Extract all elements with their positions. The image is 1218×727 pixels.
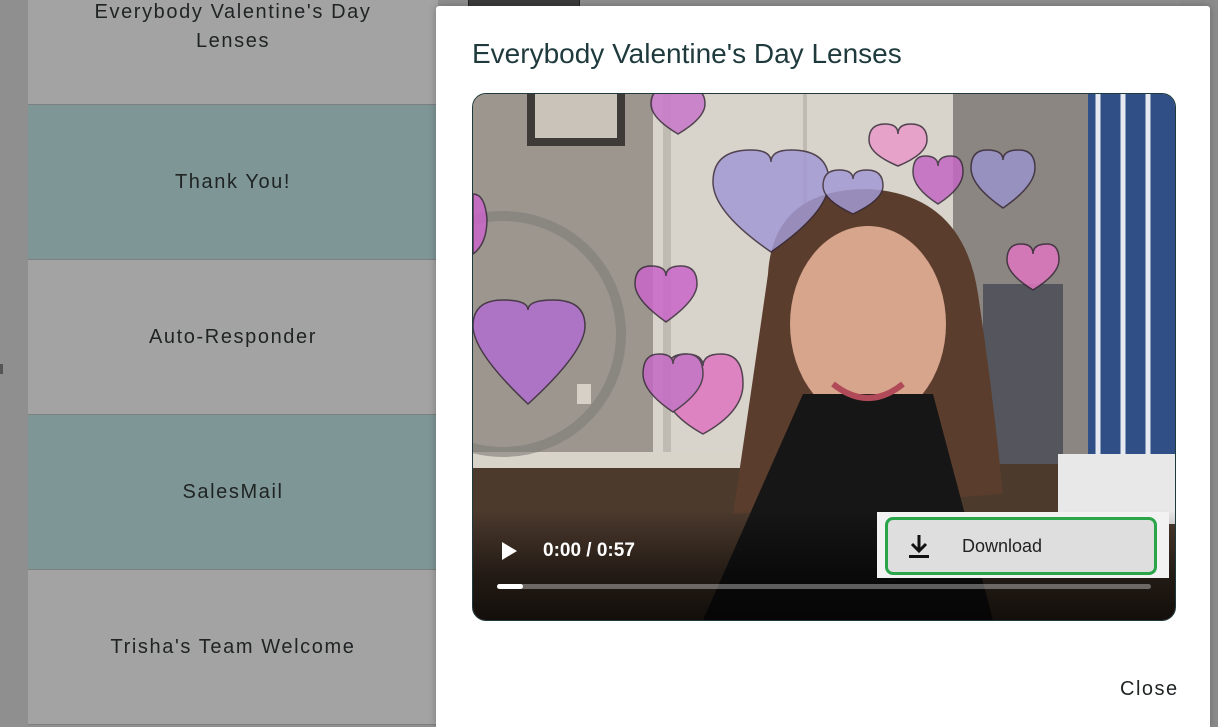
list-item[interactable]: Auto-Responder xyxy=(28,260,438,415)
list-item-label: Everybody Valentine's Day Lenses xyxy=(94,1,372,52)
play-button[interactable] xyxy=(497,539,521,563)
list-item[interactable]: Everybody Valentine's Day Lenses xyxy=(28,0,438,105)
progress-bar[interactable] xyxy=(497,584,1151,589)
play-icon xyxy=(502,542,517,560)
list-item-label: Trisha's Team Welcome xyxy=(110,635,356,658)
download-icon xyxy=(906,533,932,559)
close-button[interactable]: Close xyxy=(1120,678,1179,701)
time-display: 0:00 / 0:57 xyxy=(543,540,635,561)
list-item[interactable]: Trisha's Team Welcome xyxy=(28,570,438,725)
video-options-menu: Download xyxy=(877,512,1169,578)
list-item-label: Thank You! xyxy=(174,170,292,193)
progress-fill xyxy=(497,584,524,589)
video-modal: Everybody Valentine's Day Lenses 0:00 / … xyxy=(436,6,1210,727)
modal-title: Everybody Valentine's Day Lenses xyxy=(472,38,902,69)
list-item[interactable]: Thank You! xyxy=(28,105,438,260)
download-label: Download xyxy=(962,535,1043,556)
video-player[interactable]: 0:00 / 0:57 Download xyxy=(472,93,1176,621)
background-edge-mark xyxy=(0,364,3,374)
list-item[interactable]: SalesMail xyxy=(28,415,438,570)
download-menu-item[interactable]: Download xyxy=(885,517,1157,575)
list-item-label: SalesMail xyxy=(182,480,284,503)
list-item-label: Auto-Responder xyxy=(148,325,318,348)
background-video-list: Everybody Valentine's Day Lenses Thank Y… xyxy=(28,0,438,725)
